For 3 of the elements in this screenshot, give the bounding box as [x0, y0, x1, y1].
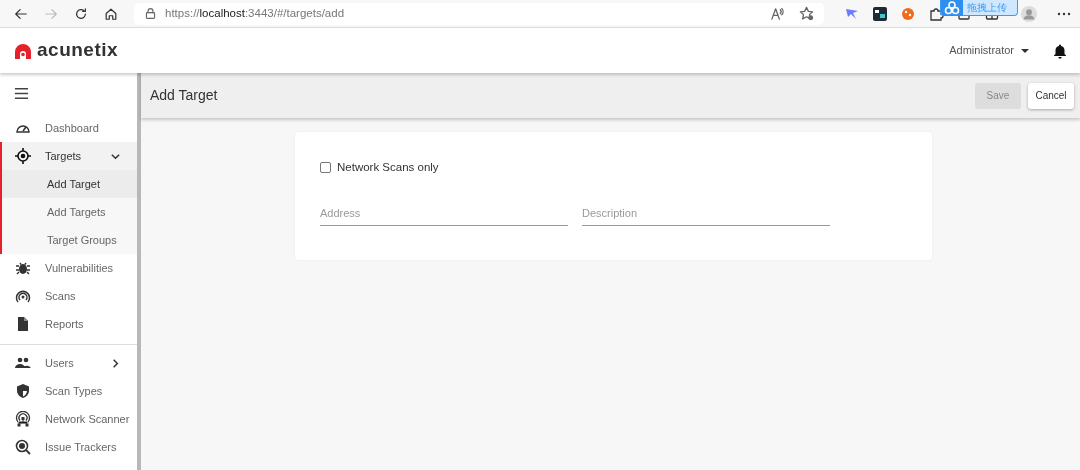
page-title: Add Target [150, 86, 218, 105]
logo-text: acunetix [37, 38, 119, 63]
checkbox-label: Network Scans only [337, 160, 439, 175]
